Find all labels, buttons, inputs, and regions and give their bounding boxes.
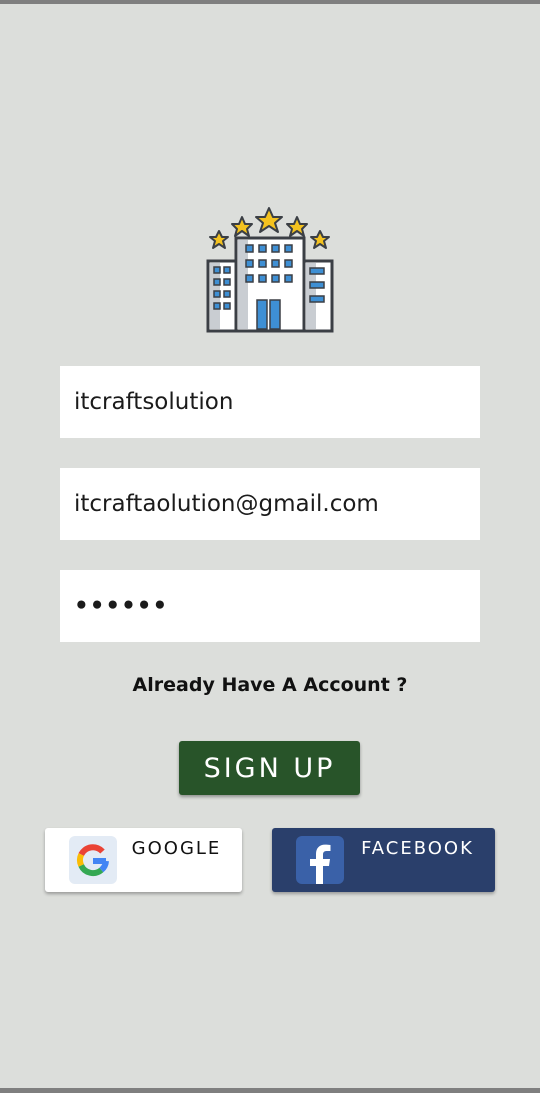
email-value: itcraftaolution@gmail.com: [74, 491, 379, 517]
google-icon: [69, 836, 117, 884]
sign-up-button[interactable]: SIGN UP: [179, 741, 360, 795]
google-label: GOOGLE: [131, 838, 222, 859]
facebook-icon: [296, 836, 344, 884]
email-field[interactable]: itcraftaolution@gmail.com: [60, 468, 480, 540]
top-edge: [0, 0, 540, 4]
facebook-sign-in-button[interactable]: FACEBOOK: [272, 828, 495, 892]
login-link[interactable]: Already Have A Account ?: [0, 674, 540, 696]
username-field[interactable]: itcraftsolution: [60, 366, 480, 438]
password-field[interactable]: ••••••: [60, 570, 480, 642]
username-value: itcraftsolution: [74, 389, 234, 415]
hotel-logo-icon: [203, 204, 337, 336]
password-value: ••••••: [74, 593, 169, 619]
bottom-edge: [0, 1088, 540, 1093]
google-sign-in-button[interactable]: GOOGLE: [45, 828, 242, 892]
facebook-label: FACEBOOK: [361, 838, 474, 859]
